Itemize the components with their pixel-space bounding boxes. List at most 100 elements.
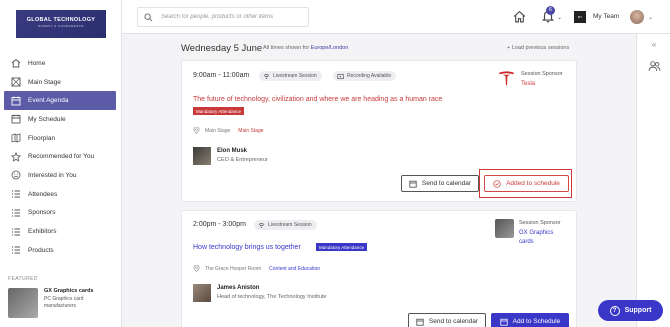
featured-title: GX Graphics cards	[44, 288, 94, 294]
sidebar-item-label: Exhibitors	[28, 228, 57, 236]
agenda-icon	[10, 95, 21, 106]
search-box[interactable]	[137, 7, 309, 27]
support-button[interactable]: ? Support	[598, 300, 663, 321]
sidebar-item-label: Sponsors	[28, 209, 56, 217]
location-name: The Grace Hooper Room	[205, 265, 262, 272]
send-to-calendar-button[interactable]: Send to calendar	[401, 175, 479, 192]
sidebar-item-label: Products	[28, 246, 54, 254]
recording-label: Recording Available	[347, 73, 392, 79]
sponsor-label: Session Sponsor	[521, 71, 563, 77]
add-to-schedule-label: Add to Schedule	[512, 318, 561, 325]
stage-icon	[10, 77, 21, 88]
sidebar-item-label: Main Stage	[28, 78, 61, 86]
brand-logo[interactable]: GLOBAL TECHNOLOGY SUMMIT & CONFERENCE	[16, 10, 106, 38]
sidebar-item-label: Event Agenda	[28, 97, 69, 105]
floorplan-icon	[10, 133, 21, 144]
timezone-info: All times shown for Europe/London	[263, 45, 348, 51]
sidebar-item-sponsors[interactable]: Sponsors	[4, 204, 116, 223]
topbar: 6 ⌄ MY TEAM My Team ⌄	[122, 0, 670, 34]
speaker-avatar[interactable]	[193, 147, 211, 165]
location-name: Main Stage	[205, 127, 231, 134]
brand-name: GLOBAL TECHNOLOGY	[26, 17, 96, 23]
sidebar-item-exhibitors[interactable]: Exhibitors	[4, 222, 116, 241]
people-icon[interactable]	[648, 60, 661, 73]
avatar[interactable]	[630, 10, 644, 24]
sidebar-item-floorplan[interactable]: Floorplan	[4, 129, 116, 148]
search-input[interactable]	[161, 14, 301, 20]
right-rail: «	[636, 34, 670, 327]
chevron-down-icon[interactable]: ⌄	[648, 14, 653, 21]
session-location: The Grace Hooper Room Content and Educat…	[193, 265, 320, 272]
list-icon	[10, 245, 21, 256]
send-to-calendar-label: Send to calendar	[428, 318, 479, 325]
livestream-badge: Livestream Session	[259, 71, 322, 81]
timezone-link[interactable]: Europe/London	[311, 45, 349, 51]
schedule-icon	[10, 114, 21, 125]
featured-label: FEATURED	[8, 276, 38, 282]
sidebar-nav: Home Main Stage Event Agenda My Schedule…	[4, 54, 116, 260]
session-title[interactable]: How technology brings us together	[193, 244, 301, 251]
sidebar-item-interested[interactable]: Interested in You	[4, 166, 116, 185]
agenda-date: Wednesday 5 June	[181, 43, 263, 54]
session-card: 2:00pm - 3:00pm Livestream Session How t…	[181, 210, 577, 327]
sidebar-item-label: Interested in You	[28, 171, 77, 179]
home-icon	[10, 58, 21, 69]
sidebar-item-label: Attendees	[28, 190, 58, 198]
search-icon	[144, 12, 153, 21]
location-tag[interactable]: Main Stage	[238, 128, 263, 134]
home-icon[interactable]	[513, 10, 526, 23]
speaker-name[interactable]: James Aniston	[217, 285, 259, 291]
speaker-role: Head of technology, The Technology Insti…	[217, 294, 327, 300]
session-time: 9:00am - 11:00am	[193, 72, 250, 79]
session-title[interactable]: The future of technology, civilization a…	[193, 96, 442, 103]
sidebar-item-label: My Schedule	[28, 115, 66, 123]
tesla-logo-icon[interactable]	[497, 69, 516, 88]
add-to-schedule-button[interactable]: Add to Schedule	[491, 313, 569, 327]
location-tag[interactable]: Content and Education	[269, 266, 320, 272]
team-name[interactable]: My Team	[593, 13, 619, 20]
featured-subtitle: PC Graphics card manufacturers	[44, 296, 84, 309]
sidebar-item-attendees[interactable]: Attendees	[4, 185, 116, 204]
load-previous-link[interactable]: + Load previous sessions	[507, 45, 569, 51]
sidebar-item-products[interactable]: Products	[4, 241, 116, 260]
sponsor-name[interactable]: Tesla	[521, 80, 535, 89]
collapse-icon[interactable]: «	[637, 40, 670, 49]
calendar-icon	[416, 318, 424, 326]
speaker-avatar[interactable]	[193, 284, 211, 302]
wifi-icon	[258, 222, 265, 228]
location-pin-icon	[193, 127, 200, 134]
list-icon	[10, 207, 21, 218]
mandatory-badge: Mandatory Attendance	[316, 243, 368, 251]
sponsor-logo[interactable]	[495, 219, 514, 238]
location-pin-icon	[193, 265, 200, 272]
chevron-down-icon[interactable]: ⌄	[557, 14, 562, 21]
session-location: Main Stage Main Stage	[193, 127, 264, 134]
sidebar-item-event-agenda[interactable]: Event Agenda	[4, 91, 116, 111]
list-icon	[10, 189, 21, 200]
selection-highlight	[479, 169, 572, 198]
sponsor-name[interactable]: GX Graphics cards	[519, 229, 563, 247]
speaker-name[interactable]: Elon Musk	[217, 148, 247, 154]
session-time: 2:00pm - 3:00pm	[193, 221, 246, 228]
livestream-badge: Livestream Session	[254, 220, 317, 230]
smile-icon	[10, 170, 21, 181]
sidebar-item-my-schedule[interactable]: My Schedule	[4, 110, 116, 129]
support-label: Support	[624, 307, 652, 314]
sidebar-item-home[interactable]: Home	[4, 54, 116, 73]
sidebar-item-recommended[interactable]: Recommended for You	[4, 147, 116, 166]
video-icon	[337, 73, 344, 79]
calendar-icon	[409, 180, 417, 188]
livestream-label: Livestream Session	[268, 222, 312, 228]
send-to-calendar-button[interactable]: Send to calendar	[408, 313, 486, 327]
timezone-prefix: All times shown for	[263, 45, 310, 51]
featured-item[interactable]: GX Graphics cards PC Graphics card manuf…	[8, 288, 114, 318]
list-icon	[10, 226, 21, 237]
sidebar-item-main-stage[interactable]: Main Stage	[4, 73, 116, 92]
wifi-icon	[263, 73, 270, 79]
brand-subtitle: SUMMIT & CONFERENCE	[38, 24, 84, 28]
mandatory-badge: Mandatory Attendance	[193, 107, 245, 115]
sponsor-label: Session Sponsor	[519, 220, 561, 226]
help-icon: ?	[609, 305, 620, 316]
sidebar-item-label: Recommended for You	[28, 153, 95, 161]
notification-badge: 6	[546, 6, 555, 15]
